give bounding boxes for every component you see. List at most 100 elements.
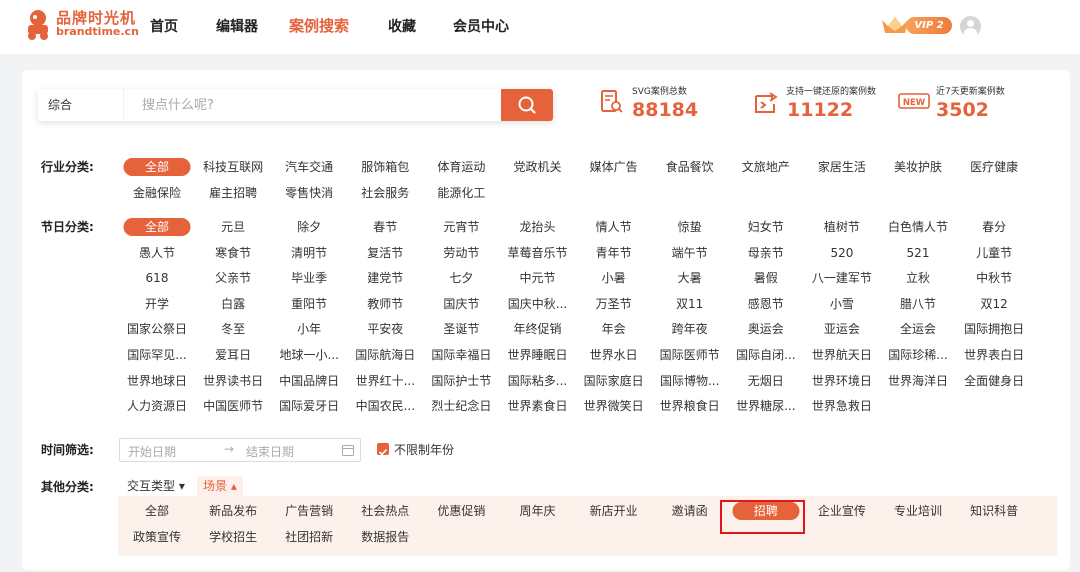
- festival-tag[interactable]: 世界海洋日: [888, 372, 948, 390]
- festival-tag[interactable]: 国庆中秋...: [508, 295, 567, 313]
- festival-tag[interactable]: 世界糖尿...: [736, 397, 795, 415]
- search-input[interactable]: [124, 89, 501, 121]
- festival-tag[interactable]: 世界睡眠日: [507, 346, 567, 364]
- industry-tag[interactable]: 文旅地产: [742, 158, 790, 176]
- festival-tag[interactable]: 世界表白日: [964, 346, 1024, 364]
- festival-tag[interactable]: 春节: [373, 218, 397, 236]
- scene-tag[interactable]: 企业宣传: [818, 502, 866, 520]
- industry-tag[interactable]: 雇主招聘: [209, 184, 257, 202]
- festival-tag[interactable]: 端午节: [672, 244, 708, 262]
- industry-tag[interactable]: 科技互联网: [203, 158, 263, 176]
- industry-tag[interactable]: 美妆护肤: [894, 158, 942, 176]
- scene-tag[interactable]: 新品发布: [209, 502, 257, 520]
- festival-tag[interactable]: 愚人节: [139, 244, 175, 262]
- festival-tag[interactable]: 情人节: [596, 218, 632, 236]
- festival-tag[interactable]: 腊八节: [900, 295, 936, 313]
- festival-tag[interactable]: 国际家庭日: [584, 372, 644, 390]
- festival-tag[interactable]: 国际爱牙日: [279, 397, 339, 415]
- festival-tag[interactable]: 国际拥抱日: [964, 320, 1024, 338]
- festival-tag[interactable]: 元旦: [221, 218, 245, 236]
- festival-tag[interactable]: 白露: [221, 295, 245, 313]
- festival-tag[interactable]: 烈士纪念日: [431, 397, 491, 415]
- festival-tag[interactable]: 年终促销: [513, 320, 561, 338]
- industry-tag[interactable]: 服饰箱包: [361, 158, 409, 176]
- festival-tag[interactable]: 国际自闭...: [736, 346, 795, 364]
- festival-tag[interactable]: 爱耳日: [215, 346, 251, 364]
- tab-scene[interactable]: 场景 ▴: [197, 476, 243, 496]
- nav-favorites[interactable]: 收藏: [388, 16, 416, 36]
- tab-interaction-type[interactable]: 交互类型 ▾: [127, 477, 185, 494]
- scene-tag[interactable]: 专业培训: [894, 502, 942, 520]
- festival-tag[interactable]: 520: [830, 244, 853, 262]
- scene-tag[interactable]: 社团招新: [285, 528, 333, 546]
- no-limit-year-label[interactable]: 不限制年份: [394, 441, 454, 458]
- nav-member-center[interactable]: 会员中心: [453, 16, 509, 36]
- festival-tag[interactable]: 儿童节: [976, 244, 1012, 262]
- festival-tag[interactable]: 世界急救日: [812, 397, 872, 415]
- festival-tag[interactable]: 中元节: [519, 269, 555, 287]
- festival-tag[interactable]: 国际医师节: [660, 346, 720, 364]
- industry-tag[interactable]: 社会服务: [361, 184, 409, 202]
- festival-tag[interactable]: 人力资源日: [127, 397, 187, 415]
- festival-tag[interactable]: 除夕: [297, 218, 321, 236]
- industry-tag[interactable]: 金融保险: [133, 184, 181, 202]
- industry-tag[interactable]: 医疗健康: [970, 158, 1018, 176]
- no-limit-year-checkbox[interactable]: [377, 443, 389, 456]
- festival-tag[interactable]: 圣诞节: [443, 320, 479, 338]
- festival-tag[interactable]: 感恩节: [748, 295, 784, 313]
- festival-tag[interactable]: 世界粮食日: [660, 397, 720, 415]
- festival-tag[interactable]: 复活节: [367, 244, 403, 262]
- festival-tag[interactable]: 双11: [676, 295, 703, 313]
- industry-tag[interactable]: 食品餐饮: [666, 158, 714, 176]
- festival-tag[interactable]: 开学: [145, 295, 169, 313]
- industry-tag[interactable]: 全部: [123, 158, 191, 176]
- festival-tag[interactable]: 521: [907, 244, 930, 262]
- scene-tag[interactable]: 新店开业: [590, 502, 638, 520]
- festival-tag[interactable]: 立秋: [906, 269, 930, 287]
- user-avatar[interactable]: [960, 16, 981, 37]
- festival-tag[interactable]: 七夕: [449, 269, 473, 287]
- end-date-input[interactable]: 结束日期: [246, 443, 294, 460]
- festival-tag[interactable]: 世界水日: [590, 346, 638, 364]
- festival-tag[interactable]: 双12: [980, 295, 1007, 313]
- industry-tag[interactable]: 家居生活: [818, 158, 866, 176]
- festival-tag[interactable]: 青年节: [596, 244, 632, 262]
- industry-tag[interactable]: 党政机关: [513, 158, 561, 176]
- festival-tag[interactable]: 国际博物...: [660, 372, 719, 390]
- festival-tag[interactable]: 大暑: [678, 269, 702, 287]
- festival-tag[interactable]: 世界航天日: [812, 346, 872, 364]
- festival-tag[interactable]: 龙抬头: [519, 218, 555, 236]
- festival-tag[interactable]: 国际护士节: [431, 372, 491, 390]
- festival-tag[interactable]: 父亲节: [215, 269, 251, 287]
- festival-tag[interactable]: 植树节: [824, 218, 860, 236]
- industry-tag[interactable]: 体育运动: [437, 158, 485, 176]
- festival-tag[interactable]: 冬至: [221, 320, 245, 338]
- festival-tag[interactable]: 小年: [297, 320, 321, 338]
- festival-tag[interactable]: 白色情人节: [888, 218, 948, 236]
- scene-tag[interactable]: 邀请函: [672, 502, 708, 520]
- festival-tag[interactable]: 小暑: [602, 269, 626, 287]
- festival-tag[interactable]: 世界读书日: [203, 372, 263, 390]
- festival-tag[interactable]: 国庆节: [443, 295, 479, 313]
- festival-tag[interactable]: 国际航海日: [355, 346, 415, 364]
- festival-tag[interactable]: 全面健身日: [964, 372, 1024, 390]
- festival-tag[interactable]: 清明节: [291, 244, 327, 262]
- festival-tag[interactable]: 国际珍稀...: [888, 346, 947, 364]
- date-range-picker[interactable]: 开始日期 → 结束日期: [119, 438, 361, 462]
- festival-tag[interactable]: 中国农民...: [356, 397, 415, 415]
- scene-tag[interactable]: 知识科普: [970, 502, 1018, 520]
- festival-tag[interactable]: 八一建军节: [812, 269, 872, 287]
- festival-tag[interactable]: 元宵节: [443, 218, 479, 236]
- festival-tag[interactable]: 寒食节: [215, 244, 251, 262]
- festival-tag[interactable]: 中秋节: [976, 269, 1012, 287]
- festival-tag[interactable]: 建党节: [367, 269, 403, 287]
- festival-tag[interactable]: 全运会: [900, 320, 936, 338]
- festival-tag[interactable]: 重阳节: [291, 295, 327, 313]
- vip-level-badge[interactable]: VIP 2: [906, 17, 952, 34]
- brand-logo[interactable]: 品牌时光机 brandtime.cn: [24, 5, 139, 43]
- scene-tag[interactable]: 全部: [145, 502, 169, 520]
- festival-tag[interactable]: 妇女节: [748, 218, 784, 236]
- festival-tag[interactable]: 亚运会: [824, 320, 860, 338]
- festival-tag[interactable]: 中国医师节: [203, 397, 263, 415]
- festival-tag[interactable]: 全部: [123, 218, 191, 236]
